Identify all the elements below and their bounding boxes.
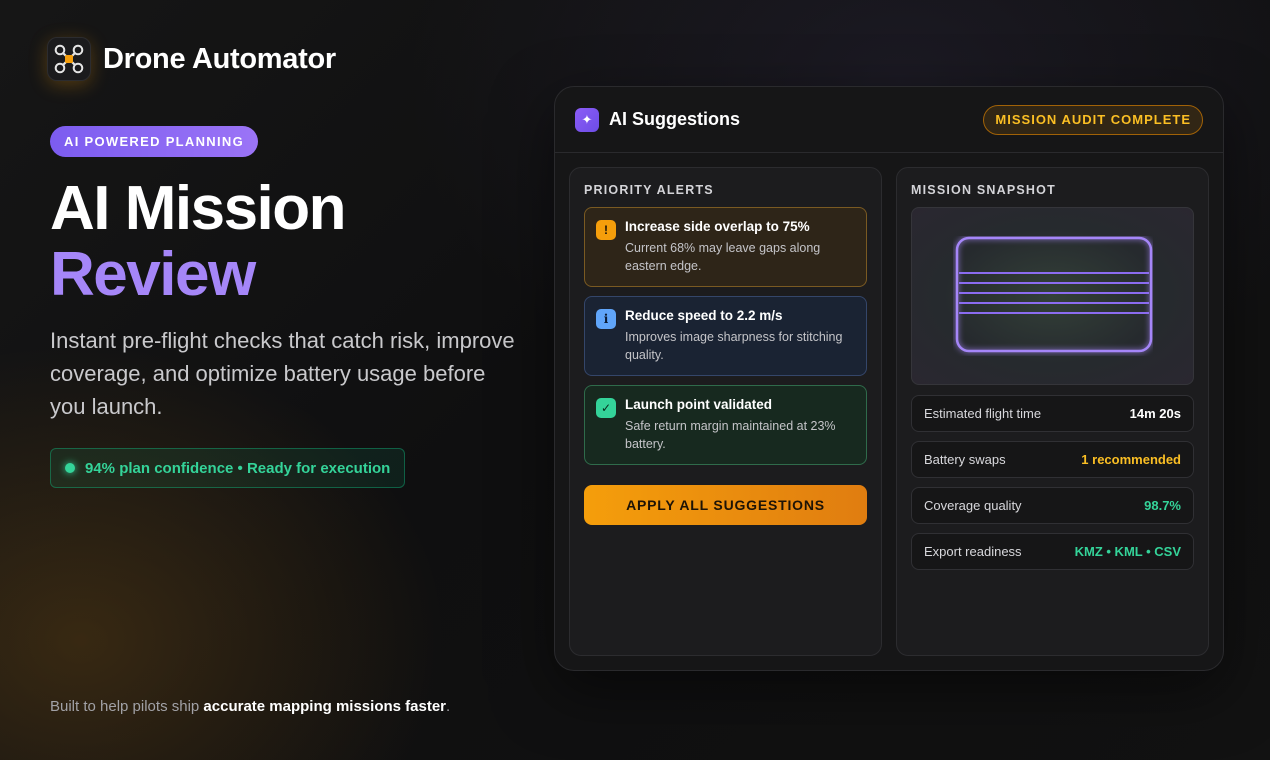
check-icon: ✓ xyxy=(596,398,616,418)
stat-label: Coverage quality xyxy=(924,498,1022,513)
stat-value: 98.7% xyxy=(1144,498,1181,513)
mission-snapshot-card: MISSION SNAPSHOT Estimated flight time 1… xyxy=(896,167,1209,656)
footer-prefix: Built to help pilots ship xyxy=(50,698,204,715)
stat-flight-time: Estimated flight time 14m 20s xyxy=(911,395,1194,432)
title-line-2: Review xyxy=(50,240,256,309)
panel-header: ✦ AI Suggestions MISSION AUDIT COMPLETE xyxy=(555,87,1223,153)
alert-title: Increase side overlap to 75% xyxy=(625,219,810,234)
stat-value: 14m 20s xyxy=(1129,406,1181,421)
alert-launch-point[interactable]: ✓ Launch point validated Safe return mar… xyxy=(584,385,867,465)
drone-icon xyxy=(47,37,91,81)
alert-text: Safe return margin maintained at 23% bat… xyxy=(625,419,836,451)
stat-label: Battery swaps xyxy=(924,452,1006,467)
priority-alerts-card: PRIORITY ALERTS ! Increase side overlap … xyxy=(569,167,882,656)
ai-planning-badge: AI POWERED PLANNING xyxy=(50,126,258,157)
audit-status-badge: MISSION AUDIT COMPLETE xyxy=(983,104,1203,135)
confidence-text: 94% plan confidence • Ready for executio… xyxy=(85,459,391,477)
flight-path-icon xyxy=(955,236,1152,353)
mission-map-preview[interactable] xyxy=(911,207,1194,385)
hero-subtitle: Instant pre-flight checks that catch ris… xyxy=(50,328,515,419)
alert-overlap[interactable]: ! Increase side overlap to 75% Current 6… xyxy=(584,207,867,287)
confidence-badge: 94% plan confidence • Ready for executio… xyxy=(50,448,406,488)
ai-suggestions-panel: ✦ AI Suggestions MISSION AUDIT COMPLETE … xyxy=(554,86,1224,671)
brand-name: Drone Automator xyxy=(103,42,336,75)
apply-all-suggestions-button[interactable]: APPLY ALL SUGGESTIONS xyxy=(584,485,867,525)
panel-title-text: AI Suggestions xyxy=(609,109,741,129)
alert-text: Improves image sharpness for stitching q… xyxy=(625,330,843,362)
alert-title: Launch point validated xyxy=(625,397,773,412)
stat-value: KMZ • KML • CSV xyxy=(1074,544,1181,559)
stat-battery-swaps: Battery swaps 1 recommended xyxy=(911,441,1194,478)
stat-value: 1 recommended xyxy=(1081,452,1181,467)
stat-coverage-quality: Coverage quality 98.7% xyxy=(911,487,1194,524)
stat-label: Export readiness xyxy=(924,544,1022,559)
info-icon: i xyxy=(596,309,616,329)
alert-text: Current 68% may leave gaps along eastern… xyxy=(625,241,821,273)
footer-tagline: Built to help pilots ship accurate mappi… xyxy=(50,698,450,715)
title-line-1: AI Mission xyxy=(50,174,347,243)
footer-bold: accurate mapping missions faster xyxy=(203,698,447,715)
alert-speed[interactable]: i Reduce speed to 2.2 m/s Improves image… xyxy=(584,296,867,376)
alert-title: Reduce speed to 2.2 m/s xyxy=(625,308,783,323)
priority-alerts-heading: PRIORITY ALERTS xyxy=(584,183,714,197)
sparkle-icon: ✦ xyxy=(575,107,599,132)
footer-suffix: . xyxy=(446,698,451,715)
panel-title: ✦ AI Suggestions xyxy=(575,107,741,132)
status-dot-icon xyxy=(65,463,75,473)
exclamation-icon: ! xyxy=(596,220,616,240)
page-title: AI Mission Review xyxy=(50,174,347,309)
stat-label: Estimated flight time xyxy=(924,406,1042,421)
brand: Drone Automator xyxy=(47,37,336,81)
stat-export-readiness: Export readiness KMZ • KML • CSV xyxy=(911,533,1194,570)
mission-snapshot-heading: MISSION SNAPSHOT xyxy=(911,183,1056,197)
